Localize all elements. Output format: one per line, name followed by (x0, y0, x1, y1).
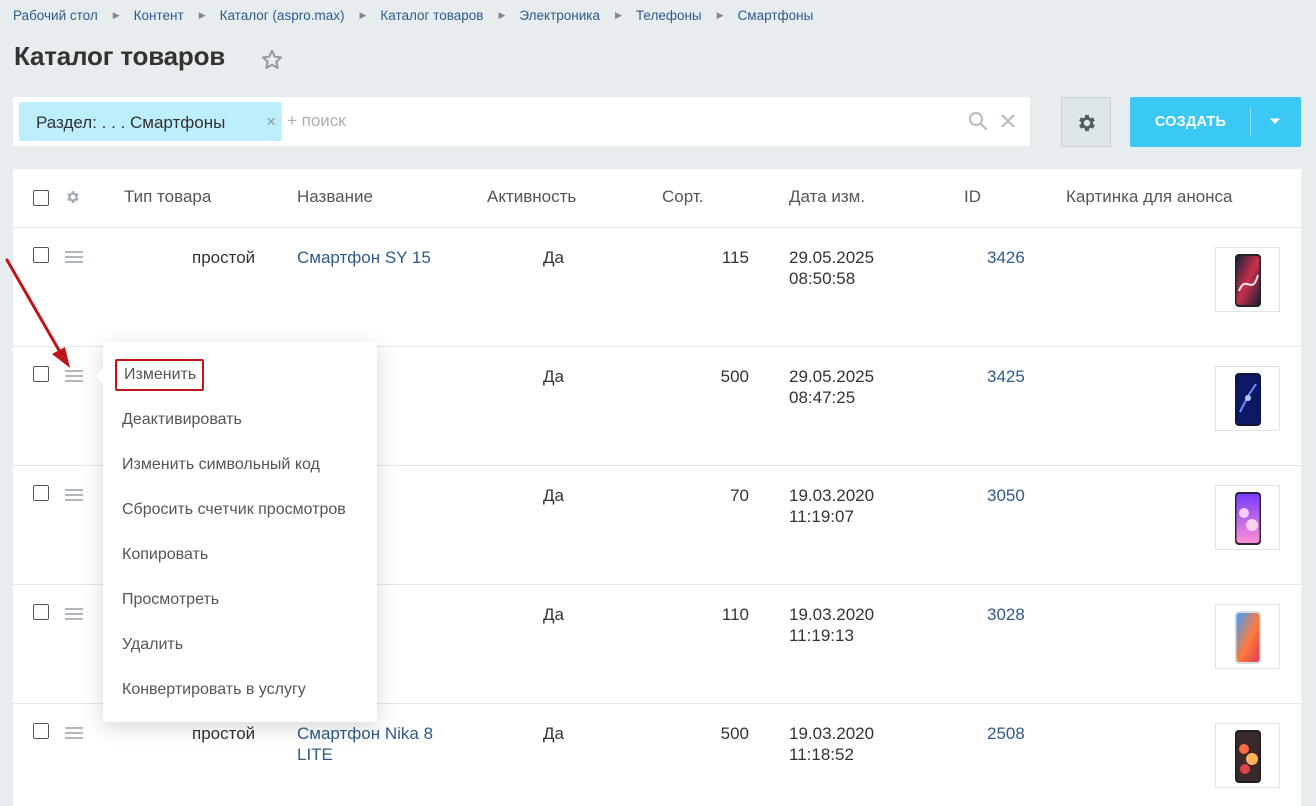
row-menu-icon[interactable] (65, 369, 83, 383)
cell-date-day: 19.03.2020 (789, 486, 875, 505)
row-checkbox[interactable] (33, 366, 49, 382)
cell-date: 29.05.2025 08:50:58 (789, 247, 909, 289)
cell-sort: 500 (720, 724, 749, 743)
chevron-down-icon[interactable] (1270, 117, 1280, 125)
cell-active: Да (543, 367, 564, 386)
cell-date-day: 19.03.2020 (789, 724, 875, 743)
cell-id-link[interactable]: 3050 (987, 485, 1025, 506)
column-header-picture[interactable]: Картинка для анонса (1066, 187, 1233, 207)
chevron-right-icon: ▶ (359, 9, 367, 20)
table-row[interactable]: простой Смартфон SY 15 Да 115 29.05.2025… (13, 228, 1301, 347)
row-menu-icon[interactable] (65, 607, 83, 621)
breadcrumb-item[interactable]: Рабочий стол (13, 8, 98, 23)
create-button[interactable]: СОЗДАТЬ (1130, 97, 1301, 147)
filter-tag-label: Раздел: . . . Смартфоны (36, 113, 226, 132)
cell-date-time: 11:19:07 (789, 507, 854, 526)
filter-tag[interactable]: Раздел: . . . Смартфоны × (19, 102, 282, 141)
menu-item-deactivate[interactable]: Деактивировать (122, 411, 242, 429)
cell-date: 29.05.2025 08:47:25 (789, 366, 909, 408)
breadcrumb-item[interactable]: Телефоны (636, 8, 702, 23)
chevron-right-icon: ▶ (198, 9, 206, 20)
breadcrumb-item[interactable]: Электроника (519, 8, 600, 23)
cell-date: 19.03.2020 11:19:07 (789, 485, 909, 527)
column-header-date[interactable]: Дата изм. (789, 187, 865, 207)
cell-date-time: 11:19:13 (789, 626, 854, 645)
chevron-right-icon: ▶ (112, 9, 120, 20)
clear-icon[interactable] (999, 112, 1017, 130)
column-header-sort[interactable]: Сорт. (662, 187, 703, 207)
column-header-type[interactable]: Тип товара (124, 187, 211, 207)
cell-active: Да (543, 248, 564, 267)
cell-name-link[interactable]: Смартфон SY 15 (297, 247, 467, 268)
breadcrumb-item[interactable]: Каталог товаров (380, 8, 483, 23)
chevron-right-icon: ▶ (498, 9, 506, 20)
cell-id-link[interactable]: 2508 (987, 723, 1025, 744)
row-menu-icon[interactable] (65, 250, 83, 264)
column-header-active[interactable]: Активность (487, 187, 576, 207)
menu-item-delete[interactable]: Удалить (122, 636, 183, 654)
column-header-name[interactable]: Название (297, 187, 373, 207)
breadcrumb: Рабочий стол ▶ Контент ▶ Каталог (aspro.… (13, 6, 813, 24)
product-thumbnail[interactable] (1215, 485, 1280, 550)
row-checkbox[interactable] (33, 604, 49, 620)
gear-icon[interactable] (65, 189, 81, 205)
row-menu-icon[interactable] (65, 488, 83, 502)
breadcrumb-item[interactable]: Каталог (aspro.max) (220, 8, 345, 23)
cell-name-link[interactable]: Смартфон Nika 8 LITE (297, 723, 467, 765)
menu-item-convert[interactable]: Конвертировать в услугу (122, 681, 306, 699)
gear-icon (1079, 114, 1095, 132)
page-title: Каталог товаров (14, 41, 226, 71)
cell-date-day: 29.05.2025 (789, 367, 875, 386)
search-input[interactable] (287, 106, 887, 136)
breadcrumb-item[interactable]: Контент (134, 8, 184, 23)
create-divider (1250, 108, 1251, 136)
cell-date: 19.03.2020 11:19:13 (789, 604, 909, 646)
row-context-menu: Изменить Деактивировать Изменить символь… (95, 342, 377, 722)
product-thumbnail[interactable] (1215, 723, 1280, 788)
cell-sort: 500 (720, 367, 749, 386)
chevron-right-icon: ▶ (615, 9, 622, 20)
cell-sort: 70 (730, 486, 749, 505)
cell-date-day: 19.03.2020 (789, 605, 875, 624)
star-icon[interactable] (260, 48, 284, 72)
menu-item-reset-views[interactable]: Сбросить счетчик просмотров (122, 501, 346, 519)
menu-item-copy[interactable]: Копировать (122, 546, 208, 564)
cell-date-time: 08:47:25 (789, 388, 856, 407)
cell-id-link[interactable]: 3425 (987, 366, 1025, 387)
product-thumbnail[interactable] (1215, 366, 1280, 431)
table-header: Тип товара Название Активность Сорт. Дат… (13, 169, 1301, 228)
cell-sort: 115 (721, 248, 749, 267)
product-thumbnail[interactable] (1215, 247, 1280, 312)
cell-date-time: 11:18:52 (789, 745, 854, 764)
row-checkbox[interactable] (33, 485, 49, 501)
filter-bar: Раздел: . . . Смартфоны × (13, 97, 1030, 146)
cell-active: Да (543, 605, 564, 624)
cell-date: 19.03.2020 11:18:52 (789, 723, 909, 765)
cell-date-time: 08:50:58 (789, 269, 856, 288)
row-checkbox[interactable] (33, 723, 49, 739)
row-checkbox[interactable] (33, 247, 49, 263)
breadcrumb-item[interactable]: Смартфоны (738, 8, 814, 23)
row-menu-icon[interactable] (65, 726, 83, 740)
cell-active: Да (543, 486, 564, 505)
create-button-label: СОЗДАТЬ (1154, 114, 1227, 130)
menu-item-edit[interactable]: Изменить (115, 359, 205, 391)
product-thumbnail[interactable] (1215, 604, 1280, 669)
cell-sort: 110 (721, 605, 749, 624)
cell-type: простой (192, 248, 256, 267)
cell-id-link[interactable]: 3028 (987, 604, 1025, 625)
column-header-id[interactable]: ID (964, 187, 981, 207)
close-icon[interactable]: × (266, 112, 276, 132)
menu-item-edit-code[interactable]: Изменить символьный код (122, 456, 320, 474)
cell-id-link[interactable]: 3426 (987, 247, 1025, 268)
chevron-right-icon: ▶ (716, 9, 724, 20)
cell-type: простой (192, 724, 256, 743)
search-icon[interactable] (968, 111, 988, 131)
select-all-checkbox[interactable] (33, 190, 49, 206)
cell-date-day: 29.05.2025 (789, 248, 875, 267)
settings-button[interactable] (1061, 97, 1111, 147)
cell-active: Да (543, 724, 564, 743)
menu-item-view[interactable]: Просмотреть (122, 591, 219, 609)
